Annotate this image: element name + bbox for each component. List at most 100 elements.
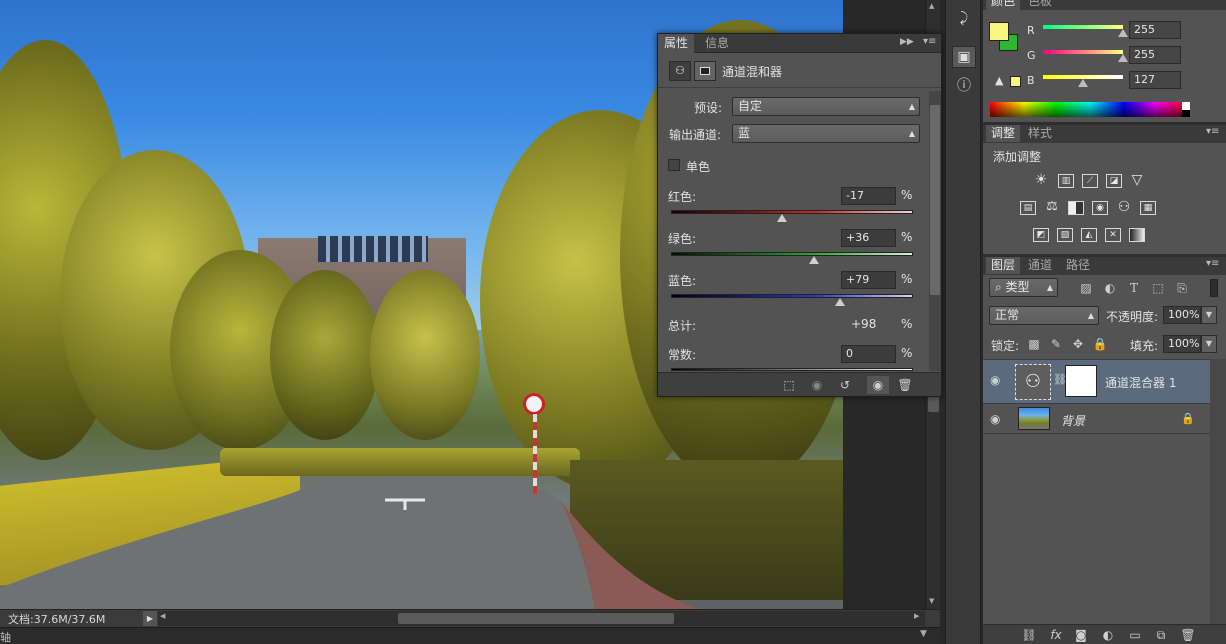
view-previous-icon[interactable]: ◉ (806, 376, 828, 394)
curves-icon[interactable]: ⟋ (1082, 174, 1098, 188)
monochrome-checkbox[interactable] (668, 159, 680, 171)
add-mask-icon[interactable]: ◙ (1070, 626, 1092, 644)
new-layer-icon[interactable]: ⧉ (1150, 626, 1172, 644)
filter-toggle[interactable] (1210, 279, 1218, 297)
timeline-collapse-icon[interactable]: ▼ (920, 629, 927, 639)
constant-value-field[interactable]: 0 (841, 345, 896, 363)
black-white-icon[interactable] (1068, 201, 1084, 215)
tab-channels[interactable]: 通道 (1023, 257, 1057, 274)
tab-styles[interactable]: 样式 (1023, 125, 1057, 142)
horizontal-scroll-thumb[interactable] (398, 613, 674, 624)
canvas-horizontal-scrollbar[interactable]: ◀ ▶ (158, 611, 925, 626)
blend-mode-dropdown[interactable]: 正常 ▲ (989, 306, 1099, 325)
properties-icon[interactable]: ▣ (952, 46, 976, 68)
red-value-field[interactable]: -17 (841, 187, 896, 205)
tab-swatches[interactable]: 色板 (1023, 0, 1057, 10)
new-group-icon[interactable]: ▭ (1124, 626, 1146, 644)
preset-dropdown[interactable]: 自定 ▲ (732, 97, 920, 116)
gradient-map-icon[interactable] (1129, 228, 1145, 242)
mask-header-icon[interactable] (694, 61, 716, 81)
color-spectrum-ramp[interactable] (990, 102, 1190, 117)
vibrance-icon[interactable]: ▽ (1129, 173, 1145, 188)
posterize-icon[interactable]: ▧ (1057, 228, 1073, 242)
panel-menu-icon[interactable]: ▾≡ (1206, 126, 1219, 137)
delete-icon[interactable]: 🗑 (894, 376, 916, 394)
lock-image-icon[interactable]: ✎ (1045, 335, 1067, 353)
delete-layer-icon[interactable]: 🗑 (1177, 626, 1199, 644)
panel-menu-icon[interactable]: ▾≡ (923, 36, 936, 47)
filter-pixel-icon[interactable]: ▨ (1075, 279, 1097, 297)
lock-transparent-icon[interactable]: ▩ (1023, 335, 1045, 353)
history-icon[interactable]: ⤸ (952, 8, 976, 30)
green-slider-thumb[interactable] (808, 256, 819, 264)
green-slider-track[interactable] (671, 252, 913, 256)
filter-type-icon[interactable]: T (1123, 279, 1145, 297)
panel-menu-icon[interactable]: ▾≡ (1206, 258, 1219, 269)
fill-dropdown-arrow[interactable]: ▼ (1201, 335, 1217, 353)
r-value-field[interactable]: 255 (1129, 21, 1181, 39)
panel-collapse-icon[interactable]: ▶▶ (900, 37, 914, 47)
blue-slider-thumb[interactable] (834, 298, 845, 306)
blue-slider-track[interactable] (671, 294, 913, 298)
visibility-icon[interactable]: ◉ (867, 376, 889, 394)
b-slider-thumb[interactable] (1078, 79, 1088, 87)
lock-position-icon[interactable]: ✥ (1067, 335, 1089, 353)
selective-color-icon[interactable]: ✕ (1105, 228, 1121, 242)
fill-field[interactable]: 100% (1163, 335, 1201, 353)
tab-paths[interactable]: 路径 (1061, 257, 1095, 274)
link-layers-icon[interactable]: ⛓ (1018, 626, 1040, 644)
tab-color[interactable]: 颜色 (986, 0, 1021, 10)
tab-properties[interactable]: 属性 (658, 34, 695, 53)
new-adjustment-layer-icon[interactable]: ◐ (1097, 626, 1119, 644)
gamut-warning-icon[interactable]: ▲ (995, 74, 1003, 87)
info-icon[interactable]: ⓘ (952, 76, 976, 98)
invert-icon[interactable]: ◩ (1033, 228, 1049, 242)
gamut-color-swatch[interactable] (1010, 76, 1021, 87)
channel-mixer-icon[interactable]: ⚇ (1116, 200, 1132, 215)
filter-smart-object-icon[interactable]: ⎘ (1171, 279, 1193, 297)
threshold-icon[interactable]: ◭ (1081, 228, 1097, 242)
reset-icon[interactable]: ↺ (834, 376, 856, 394)
color-lookup-icon[interactable]: ▦ (1140, 201, 1156, 215)
output-channel-dropdown[interactable]: 蓝 ▲ (732, 124, 920, 143)
brightness-contrast-icon[interactable]: ☀ (1033, 173, 1049, 188)
scroll-left-arrow[interactable]: ◀ (160, 612, 165, 620)
layers-scrollbar[interactable] (1210, 359, 1226, 624)
status-menu-arrow[interactable]: ▶ (143, 611, 157, 626)
layer-mask-thumbnail[interactable] (1065, 365, 1097, 397)
vertical-scroll-thumb[interactable] (928, 396, 939, 412)
red-slider-track[interactable] (671, 210, 913, 214)
properties-scroll-thumb[interactable] (930, 105, 940, 295)
layer-row-channel-mixer[interactable]: ◉ ⚇ ⛓ 通道混合器 1 (983, 360, 1210, 404)
photo-filter-icon[interactable]: ◉ (1092, 201, 1108, 215)
g-slider-thumb[interactable] (1118, 54, 1128, 62)
foreground-color-swatch[interactable] (989, 22, 1009, 41)
tab-layers[interactable]: 图层 (986, 257, 1021, 274)
clip-to-layer-icon[interactable]: ⬚ (778, 376, 800, 394)
opacity-field[interactable]: 100% (1163, 306, 1201, 324)
color-balance-icon[interactable]: ⚖ (1044, 200, 1060, 215)
levels-icon[interactable]: ▥ (1058, 174, 1074, 188)
tab-info[interactable]: 信息 (699, 34, 735, 53)
lock-all-icon[interactable]: 🔒 (1089, 335, 1111, 353)
filter-shape-icon[interactable]: ⬚ (1147, 279, 1169, 297)
r-slider-thumb[interactable] (1118, 29, 1128, 37)
layer-visibility-eye-icon[interactable]: ◉ (990, 412, 1000, 426)
properties-scrollbar[interactable] (929, 91, 941, 371)
constant-slider-track[interactable] (671, 368, 913, 371)
scroll-down-arrow[interactable]: ▼ (929, 597, 934, 605)
scroll-right-arrow[interactable]: ▶ (914, 612, 919, 620)
hue-saturation-icon[interactable]: ▤ (1020, 201, 1036, 215)
opacity-dropdown-arrow[interactable]: ▼ (1201, 306, 1217, 324)
scroll-up-arrow[interactable]: ▲ (929, 2, 934, 10)
tab-adjustments[interactable]: 调整 (986, 125, 1021, 142)
g-slider-track[interactable] (1043, 50, 1123, 54)
green-value-field[interactable]: +36 (841, 229, 896, 247)
blue-value-field[interactable]: +79 (841, 271, 896, 289)
layer-row-background[interactable]: ◉ 背景 🔒 (983, 404, 1210, 434)
red-slider-thumb[interactable] (776, 214, 787, 222)
layer-visibility-eye-icon[interactable]: ◉ (990, 373, 1000, 387)
layer-filter-dropdown[interactable]: ⌕ 类型 ▲ (989, 278, 1058, 297)
b-value-field[interactable]: 127 (1129, 71, 1181, 89)
layer-style-fx-icon[interactable]: fx (1045, 626, 1067, 644)
